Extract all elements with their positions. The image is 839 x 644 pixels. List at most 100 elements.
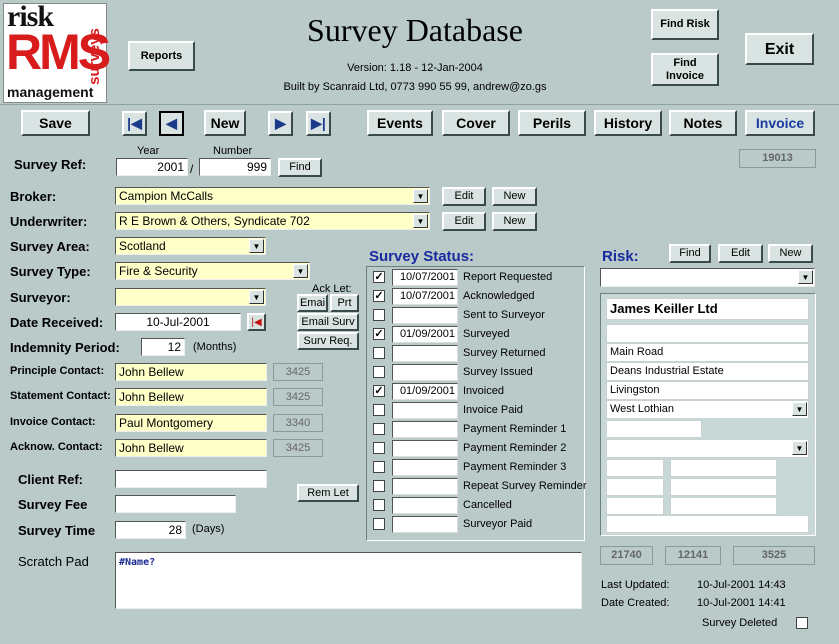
status-date-field[interactable] [392, 307, 458, 324]
statement-contact-field[interactable]: John Bellew [115, 388, 267, 406]
status-date-field[interactable] [392, 421, 458, 438]
status-checkbox[interactable]: ✓ [373, 328, 385, 340]
find-invoice-button[interactable]: Find Invoice [651, 53, 719, 86]
risk-postcode-field[interactable] [606, 420, 702, 438]
status-checkbox[interactable] [373, 366, 385, 378]
risk-name-field[interactable]: James Keiller Ltd [606, 298, 809, 320]
status-date-field[interactable]: 01/09/2001 [392, 383, 458, 400]
previous-record-button[interactable]: ◀ [159, 111, 184, 136]
risk-edit-button[interactable]: Edit [718, 244, 763, 263]
number-field[interactable]: 999 [199, 158, 271, 176]
risk-phone-field-1[interactable] [670, 459, 777, 477]
invoice-button[interactable]: Invoice [745, 110, 815, 136]
survey-time-field[interactable]: 28 [115, 521, 186, 539]
history-button[interactable]: History [594, 110, 662, 136]
date-received-field[interactable]: 10-Jul-2001 [115, 313, 241, 331]
chevron-down-icon[interactable]: ▼ [413, 214, 428, 228]
chevron-down-icon[interactable]: ▼ [792, 441, 807, 455]
year-field[interactable]: 2001 [116, 158, 188, 176]
status-checkbox[interactable]: ✓ [373, 271, 385, 283]
broker-new-button[interactable]: New [492, 187, 537, 206]
chevron-down-icon[interactable]: ▼ [249, 290, 264, 304]
risk-address-line-2[interactable]: Main Road [606, 343, 809, 362]
broker-combo[interactable]: Campion McCalls ▼ [115, 187, 430, 205]
first-record-button[interactable]: |◀ [122, 111, 147, 136]
invoice-contact-label: Invoice Contact: [10, 416, 96, 428]
survey-fee-field[interactable] [115, 495, 236, 513]
chevron-down-icon[interactable]: ▼ [413, 189, 428, 203]
status-date-field[interactable] [392, 402, 458, 419]
risk-phone-field-2[interactable] [670, 478, 777, 496]
ack-email-button[interactable]: Emai [297, 294, 328, 312]
surveyor-combo[interactable]: ▼ [115, 288, 266, 306]
status-checkbox[interactable]: ✓ [373, 385, 385, 397]
status-checkbox[interactable] [373, 480, 385, 492]
underwriter-new-button[interactable]: New [492, 212, 537, 231]
last-updated-value: 10-Jul-2001 14:43 [697, 579, 786, 591]
underwriter-edit-button[interactable]: Edit [442, 212, 486, 231]
chevron-down-icon[interactable]: ▼ [293, 264, 308, 278]
reports-button[interactable]: Reports [128, 41, 195, 71]
chevron-down-icon[interactable]: ▼ [792, 402, 807, 416]
save-button[interactable]: Save [21, 110, 90, 136]
client-ref-field[interactable] [115, 470, 267, 488]
survey-request-button[interactable]: Surv Req. [297, 332, 359, 350]
status-date-field[interactable] [392, 440, 458, 457]
risk-new-button[interactable]: New [768, 244, 813, 263]
risk-email-field[interactable] [606, 515, 809, 533]
survey-type-combo[interactable]: Fire & Security ▼ [115, 262, 310, 280]
risk-find-button[interactable]: Find [669, 244, 711, 263]
broker-edit-button[interactable]: Edit [442, 187, 486, 206]
acknow-contact-field[interactable]: John Bellew [115, 439, 267, 457]
underwriter-combo[interactable]: R E Brown & Others, Syndicate 702 ▼ [115, 212, 430, 230]
new-record-button[interactable]: New [204, 110, 246, 136]
status-date-field[interactable] [392, 516, 458, 533]
chevron-down-icon[interactable]: ▼ [249, 239, 264, 253]
risk-county-combo[interactable]: West Lothian ▼ [606, 400, 809, 419]
status-date-field[interactable]: 01/09/2001 [392, 326, 458, 343]
risk-country-combo[interactable]: ▼ [606, 439, 809, 458]
status-date-field[interactable] [392, 364, 458, 381]
survey-deleted-checkbox[interactable] [796, 617, 808, 629]
cover-button[interactable]: Cover [442, 110, 510, 136]
survey-area-combo[interactable]: Scotland ▼ [115, 237, 266, 255]
scratch-pad-field[interactable]: #Name? [115, 552, 582, 609]
exit-button[interactable]: Exit [745, 33, 814, 65]
date-picker-button[interactable]: |◀ [247, 313, 266, 331]
status-date-field[interactable]: 10/07/2001 [392, 288, 458, 305]
status-date-field[interactable] [392, 345, 458, 362]
status-date-field[interactable] [392, 478, 458, 495]
risk-address-line-1[interactable] [606, 324, 809, 343]
principle-contact-field[interactable]: John Bellew [115, 363, 267, 381]
status-checkbox[interactable] [373, 442, 385, 454]
perils-button[interactable]: Perils [518, 110, 586, 136]
find-ref-button[interactable]: Find [278, 158, 322, 177]
risk-address-line-3[interactable]: Deans Industrial Estate [606, 362, 809, 381]
status-checkbox[interactable] [373, 499, 385, 511]
status-checkbox[interactable] [373, 404, 385, 416]
risk-phone-field-3[interactable] [670, 497, 777, 515]
email-surveyor-button[interactable]: Email Surv [297, 313, 359, 331]
indemnity-field[interactable]: 12 [141, 338, 185, 356]
status-checkbox[interactable] [373, 309, 385, 321]
next-record-icon: ▶ [275, 115, 286, 131]
status-date-field[interactable] [392, 497, 458, 514]
risk-combo[interactable]: ▼ [600, 268, 815, 287]
reminder-letter-button[interactable]: Rem Let [297, 484, 359, 502]
risk-address-line-4[interactable]: Livingston [606, 381, 809, 400]
status-checkbox[interactable] [373, 461, 385, 473]
notes-button[interactable]: Notes [669, 110, 737, 136]
status-checkbox[interactable] [373, 347, 385, 359]
ack-print-button[interactable]: Prt [330, 294, 359, 312]
status-date-field[interactable] [392, 459, 458, 476]
invoice-contact-field[interactable]: Paul Montgomery [115, 414, 267, 432]
status-checkbox[interactable]: ✓ [373, 290, 385, 302]
status-checkbox[interactable] [373, 423, 385, 435]
next-record-button[interactable]: ▶ [268, 111, 293, 136]
last-record-button[interactable]: ▶| [306, 111, 331, 136]
chevron-down-icon[interactable]: ▼ [798, 270, 813, 284]
status-date-field[interactable]: 10/07/2001 [392, 269, 458, 286]
events-button[interactable]: Events [367, 110, 433, 136]
status-checkbox[interactable] [373, 518, 385, 530]
find-risk-button[interactable]: Find Risk [651, 9, 719, 40]
